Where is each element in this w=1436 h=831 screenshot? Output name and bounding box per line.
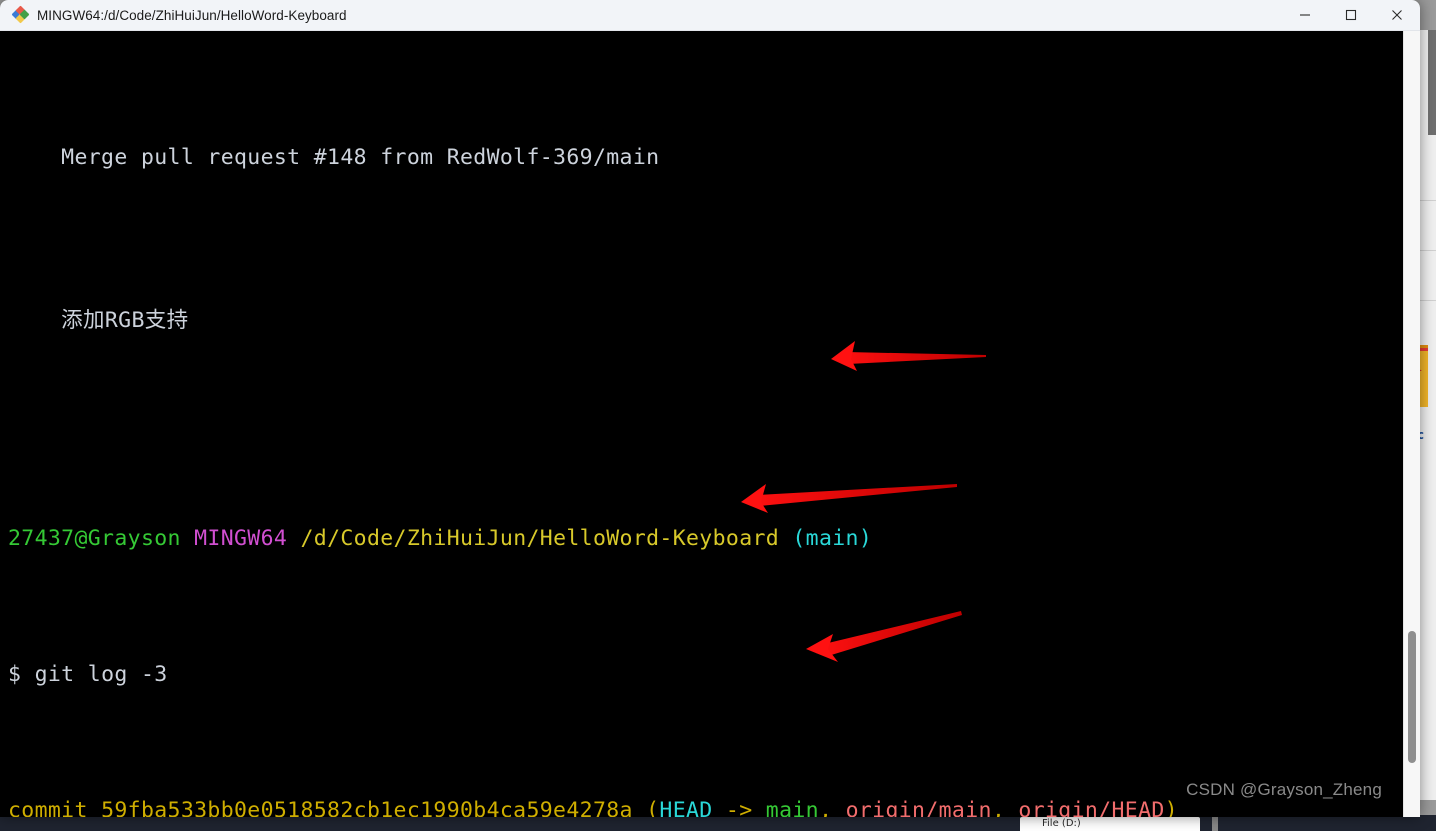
decoration-remote-head: origin/HEAD (1018, 797, 1165, 817)
terminal-output-area[interactable]: Merge pull request #148 from RedWolf-369… (0, 31, 1420, 817)
decoration-sep: , (991, 797, 1019, 817)
decoration-sep: , (818, 797, 846, 817)
commit-label: commit (8, 797, 88, 817)
terminal-scrollbar-thumb[interactable] (1408, 631, 1416, 763)
terminal-line: 添加RGB支持 (8, 308, 189, 333)
decoration-open: ( (632, 797, 660, 817)
commit-hash: 59fba533bb0e0518582cb1ec1990b4ca59e4278a (101, 797, 633, 817)
command-text: git log -3 (34, 661, 168, 687)
decoration-arrow: -> (712, 797, 766, 817)
terminal-line: Merge pull request #148 from RedWolf-369… (8, 144, 660, 170)
git-bash-diamonds-icon (11, 5, 30, 24)
maximize-button[interactable] (1328, 0, 1374, 31)
prompt-path: /d/Code/ZhiHuiJun/HelloWord-Keyboard (300, 525, 780, 551)
decoration-close: ) (1164, 797, 1178, 817)
mingw64-terminal-window: MINGW64:/d/Code/ZhiHuiJun/HelloWord-Keyb… (0, 0, 1420, 817)
prompt-branch: (main) (792, 525, 873, 551)
decoration-head: HEAD (659, 797, 713, 817)
prompt-user: 27437@Grayson (8, 525, 181, 551)
window-titlebar[interactable]: MINGW64:/d/Code/ZhiHuiJun/HelloWord-Keyb… (0, 0, 1420, 31)
decoration-branch: main (765, 797, 819, 817)
commit-header-line: commit 59fba533bb0e0518582cb1ec1990b4ca5… (8, 797, 1178, 817)
terminal-scrollbar-track[interactable] (1403, 31, 1420, 817)
background-right-dark-band (1428, 30, 1436, 135)
close-button[interactable] (1374, 0, 1420, 31)
background-taskbar-item-label[interactable]: File (D:) (1020, 817, 1200, 831)
background-bottom-window-sliver: File (D:) (0, 815, 1436, 831)
background-scrollbar-thumb[interactable] (1212, 817, 1218, 831)
terminal-text: Merge pull request #148 from RedWolf-369… (0, 31, 1178, 817)
prompt-shell: MINGW64 (194, 525, 288, 551)
window-title: MINGW64:/d/Code/ZhiHuiJun/HelloWord-Keyb… (37, 7, 347, 23)
minimize-button[interactable] (1282, 0, 1328, 31)
terminal-prompt-line: 27437@Grayson MINGW64 /d/Code/ZhiHuiJun/… (8, 525, 1178, 552)
terminal-command-line: $ git log -3 (8, 661, 1178, 688)
prompt-symbol: $ (8, 661, 22, 687)
decoration-remote-branch: origin/main (845, 797, 992, 817)
csdn-watermark: CSDN @Grayson_Zheng (1186, 780, 1382, 799)
